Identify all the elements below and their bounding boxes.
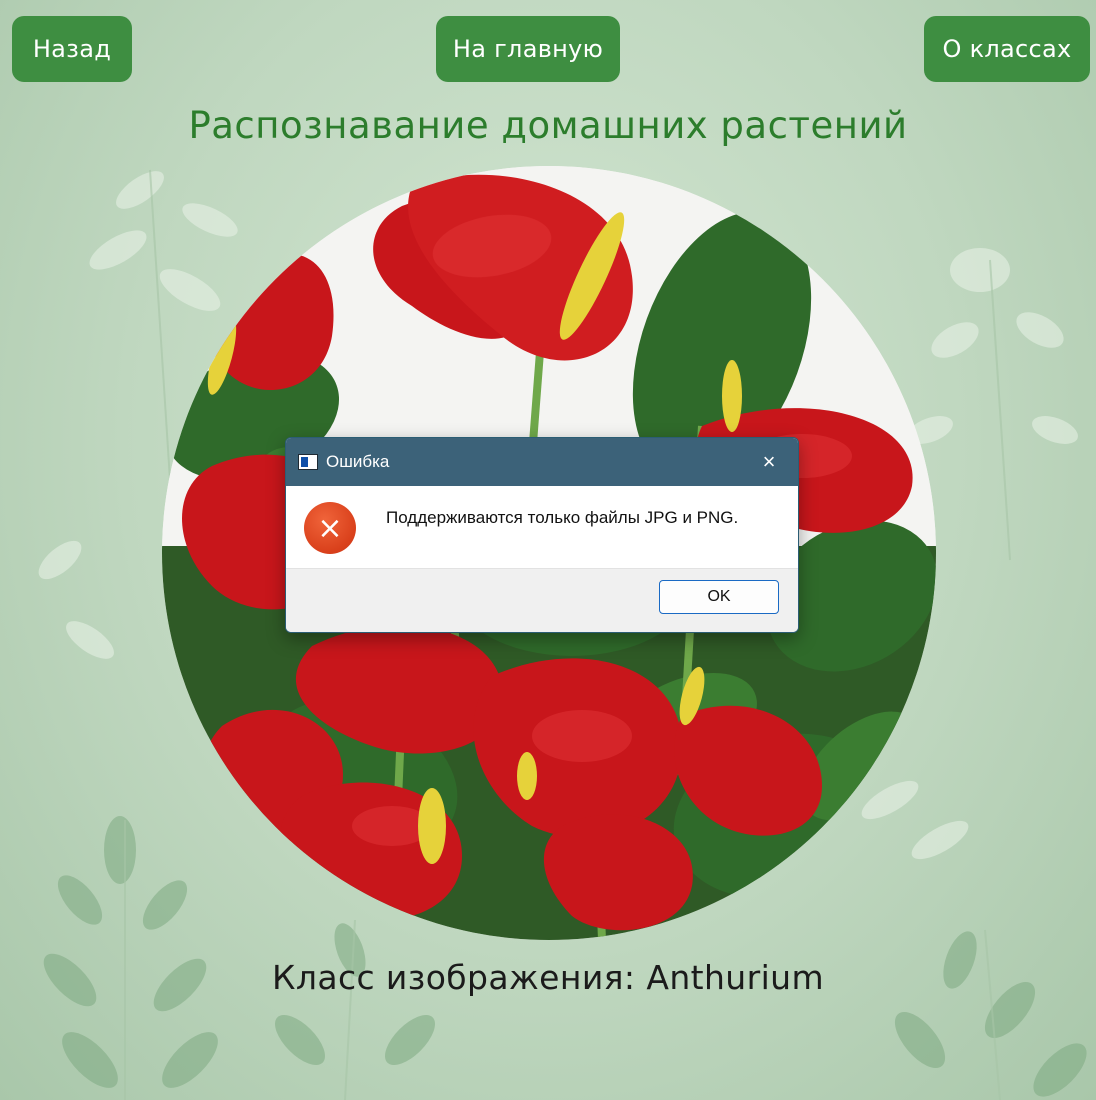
dialog-message: Поддерживаются только файлы JPG и PNG. [386,508,739,527]
close-icon[interactable]: × [740,438,798,486]
classes-info-button[interactable]: О классах [924,16,1090,82]
dialog-body: × Поддерживаются только файлы JPG и PNG. [286,486,798,568]
dialog-title: Ошибка [326,452,390,471]
page-title: Распознавание домашних растений [188,104,908,147]
error-dialog: Ошибка × × Поддерживаются только файлы J… [285,437,799,633]
dialog-titlebar[interactable]: Ошибка × [286,438,798,486]
app-window-icon [298,454,318,470]
error-icon: × [304,502,356,554]
classification-result: Класс изображения: Anthurium [272,958,824,997]
dialog-footer: OK [286,568,798,632]
home-button[interactable]: На главную [436,16,620,82]
back-button[interactable]: Назад [12,16,132,82]
ok-button[interactable]: OK [659,580,779,614]
